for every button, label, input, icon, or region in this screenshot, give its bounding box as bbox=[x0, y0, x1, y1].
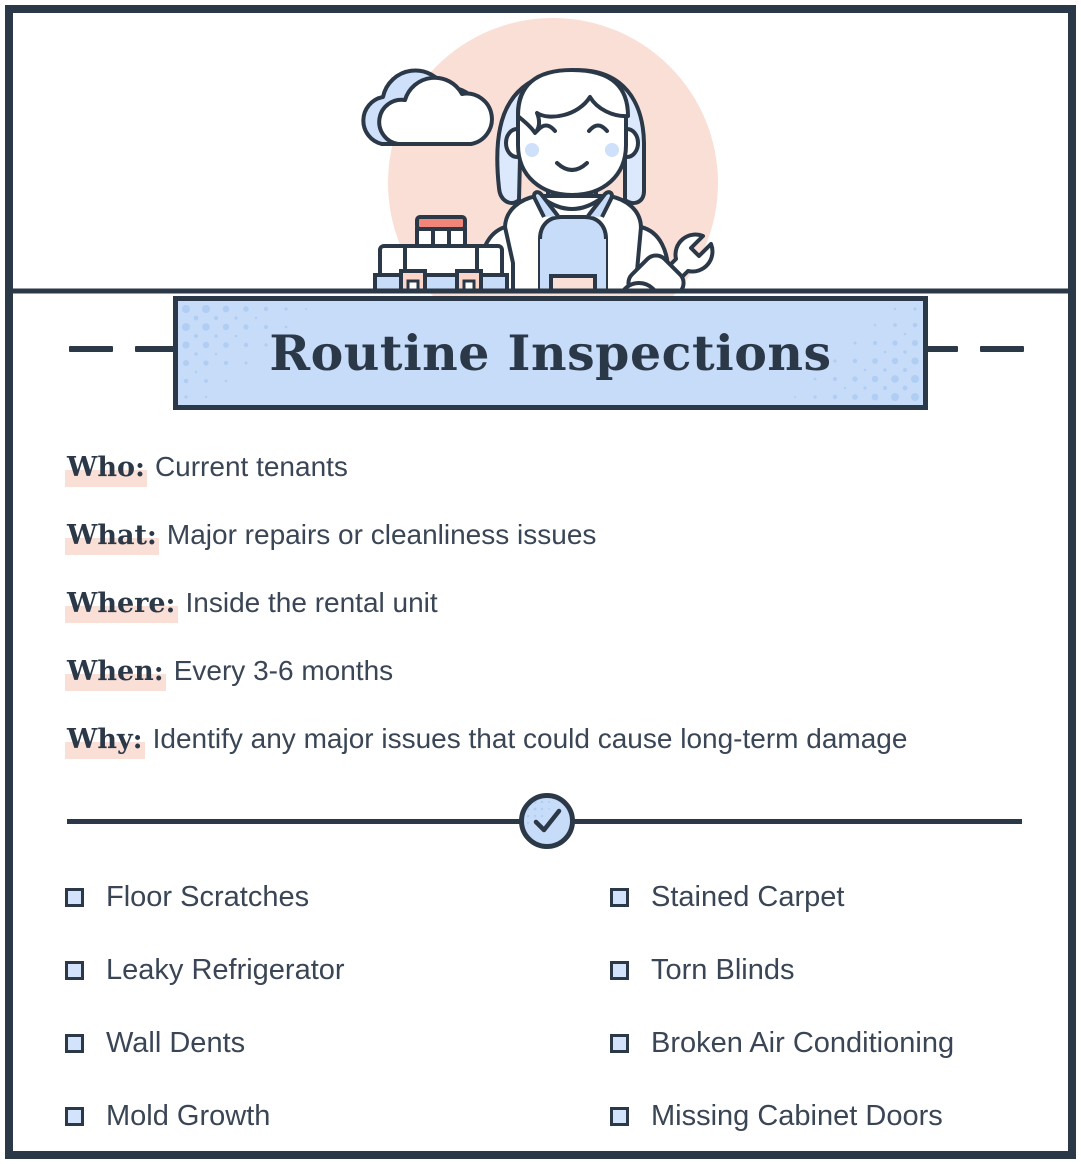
fact-label-when: When: bbox=[65, 655, 166, 691]
rule-dash-left-outer bbox=[69, 346, 113, 352]
fact-value-why: Identify any major issues that could cau… bbox=[152, 723, 908, 754]
fact-value-where: Inside the rental unit bbox=[185, 587, 438, 618]
checklist-label: Stained Carpet bbox=[651, 881, 845, 913]
checklist-label: Leaky Refrigerator bbox=[106, 954, 345, 986]
checklist-label: Broken Air Conditioning bbox=[651, 1027, 955, 1059]
checkbox-icon[interactable] bbox=[610, 888, 629, 907]
check-circle-icon bbox=[519, 793, 575, 849]
infographic-page: Routine Inspections Who: Current tenants… bbox=[0, 0, 1081, 1164]
checkbox-icon[interactable] bbox=[65, 1107, 84, 1126]
checkmark-icon bbox=[533, 808, 562, 833]
fact-label-where: Where: bbox=[65, 587, 178, 623]
checklist-label: Missing Cabinet Doors bbox=[651, 1100, 943, 1132]
fact-row-what: What: Major repairs or cleanliness issue… bbox=[65, 501, 1045, 569]
title-banner: Routine Inspections bbox=[173, 296, 928, 410]
checklist-item[interactable]: Stained Carpet bbox=[610, 861, 1045, 934]
title-banner-zone: Routine Inspections bbox=[13, 285, 1068, 417]
page-title: Routine Inspections bbox=[269, 324, 832, 382]
fact-label-who: Who: bbox=[65, 451, 147, 487]
checklist-label: Wall Dents bbox=[106, 1027, 246, 1059]
fact-row-why: Why: Identify any major issues that coul… bbox=[65, 705, 1045, 773]
checklist-label: Mold Growth bbox=[106, 1100, 271, 1132]
rule-dash-right-outer bbox=[980, 346, 1024, 352]
checklist-item[interactable]: Mold Growth bbox=[65, 1080, 610, 1151]
issue-checklist: Floor Scratches Stained Carpet Leaky Ref… bbox=[65, 861, 1045, 1151]
fact-value-who: Current tenants bbox=[154, 451, 348, 482]
checkbox-icon[interactable] bbox=[65, 888, 84, 907]
checkbox-icon[interactable] bbox=[610, 1034, 629, 1053]
checkbox-icon[interactable] bbox=[610, 1107, 629, 1126]
checkbox-icon[interactable] bbox=[65, 961, 84, 980]
fact-label-why: Why: bbox=[65, 723, 145, 759]
fact-value-when: Every 3-6 months bbox=[173, 655, 394, 686]
fact-row-when: When: Every 3-6 months bbox=[65, 637, 1045, 705]
checklist-item[interactable]: Leaky Refrigerator bbox=[65, 934, 610, 1007]
checkbox-icon[interactable] bbox=[65, 1034, 84, 1053]
page-frame: Routine Inspections Who: Current tenants… bbox=[5, 5, 1076, 1159]
fact-value-what: Major repairs or cleanliness issues bbox=[166, 519, 597, 550]
fact-label-what: What: bbox=[65, 519, 159, 555]
section-divider bbox=[67, 793, 1022, 849]
fact-row-where: Where: Inside the rental unit bbox=[65, 569, 1045, 637]
checklist-item[interactable]: Floor Scratches bbox=[65, 861, 610, 934]
checklist-item[interactable]: Wall Dents bbox=[65, 1007, 610, 1080]
fact-list: Who: Current tenants What: Major repairs… bbox=[65, 433, 1045, 773]
checklist-item[interactable]: Broken Air Conditioning bbox=[610, 1007, 1045, 1080]
checklist-item[interactable]: Missing Cabinet Doors bbox=[610, 1080, 1045, 1151]
checklist-item[interactable]: Torn Blinds bbox=[610, 934, 1045, 1007]
checkbox-icon[interactable] bbox=[610, 961, 629, 980]
checklist-label: Torn Blinds bbox=[651, 954, 795, 986]
fact-row-who: Who: Current tenants bbox=[65, 433, 1045, 501]
checklist-label: Floor Scratches bbox=[106, 881, 310, 913]
maintenance-worker-illustration bbox=[13, 18, 1068, 313]
